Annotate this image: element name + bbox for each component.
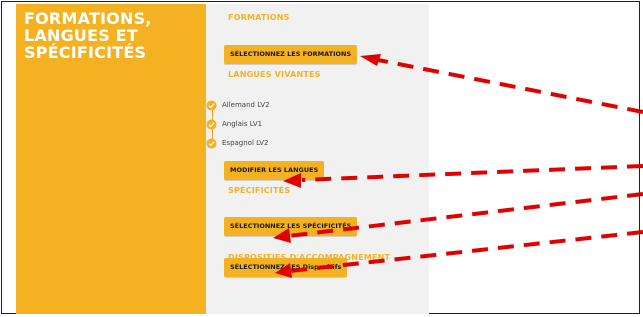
annotation-arrow-line	[287, 192, 643, 238]
dashed-arrow-icon	[275, 263, 292, 278]
dashed-arrow-icon	[283, 173, 301, 188]
annotation-arrow-line	[377, 58, 643, 114]
annotation-arrow-line	[289, 230, 643, 273]
annotation-arrow-line	[301, 164, 643, 182]
dashed-arrow-icon	[360, 54, 381, 66]
annotation-arrows	[273, 54, 643, 278]
dashed-arrow-icon	[273, 228, 291, 243]
